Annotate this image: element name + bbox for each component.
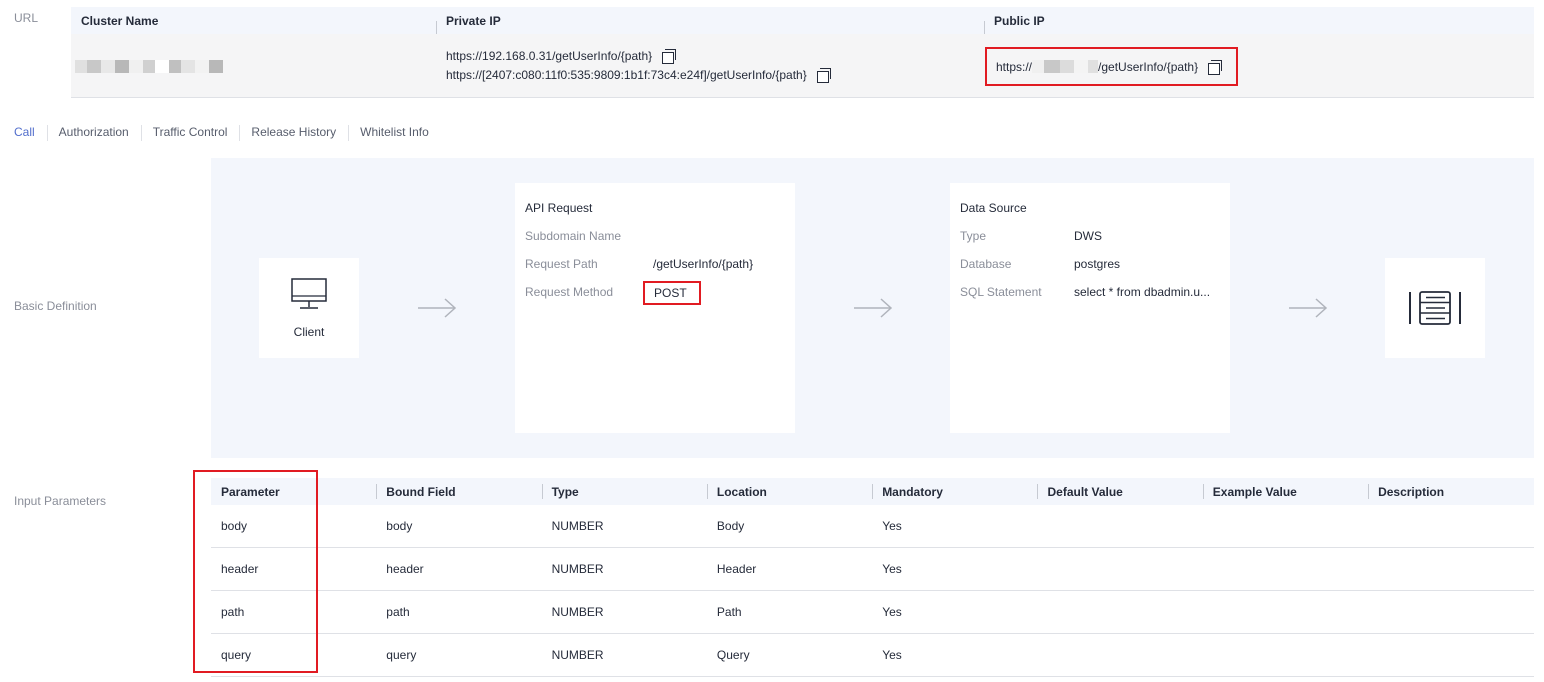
api-request-card: API Request Subdomain Name Request Path … [515,183,795,433]
client-card: Client [259,258,359,358]
database-card [1385,258,1485,358]
header-description: Description [1368,483,1533,499]
private-ip-v6[interactable]: https://[2407:c080:11f0:535:9809:1b1f:73… [446,66,807,85]
header-example-value: Example Value [1202,483,1368,499]
params-header: Parameter Bound Field Type Location Mand… [211,478,1534,505]
ds-row-database: Database postgres [960,257,1121,271]
tab-whitelist-info[interactable]: Whitelist Info [348,125,441,141]
private-ip-cell: https://192.168.0.31/getUserInfo/{path} … [436,47,984,85]
api-row-subdomain: Subdomain Name [525,229,622,243]
monitor-icon [291,278,327,309]
input-parameters-label: Input Parameters [14,494,107,508]
ds-row-type: Type DWS [960,229,1102,243]
database-server-icon [1409,291,1461,325]
cluster-name-masked [71,58,436,73]
header-type: Type [541,483,707,499]
public-ip-mask [1032,60,1045,73]
header-private-ip: Private IP [436,14,984,34]
table-row: query query NUMBER Query Yes [211,634,1534,677]
request-method-highlight: POST [643,281,701,305]
data-source-card: Data Source Type DWS Database postgres S… [950,183,1230,433]
arrow-right-icon [854,298,893,318]
arrow-right-icon [418,298,457,318]
url-table: Cluster Name Private IP Public IP https:… [71,7,1534,98]
url-table-row: https://192.168.0.31/getUserInfo/{path} … [71,34,1534,98]
header-bound-field: Bound Field [376,483,541,499]
tab-bar: Call Authorization Traffic Control Relea… [14,125,441,141]
table-row: body body NUMBER Body Yes [211,505,1534,548]
basic-definition-label: Basic Definition [14,299,97,313]
table-row: header header NUMBER Header Yes [211,548,1534,591]
public-ip-prefix: https:// [996,59,1033,74]
url-table-header: Cluster Name Private IP Public IP [71,7,1534,34]
tab-release-history[interactable]: Release History [239,125,348,141]
tab-authorization[interactable]: Authorization [46,125,141,141]
header-default-value: Default Value [1037,483,1202,499]
url-label: URL [14,11,39,25]
copy-icon[interactable] [662,49,677,64]
data-source-title: Data Source [960,201,1027,215]
header-public-ip: Public IP [984,14,1534,34]
api-request-title: API Request [525,201,593,215]
public-ip-suffix[interactable]: /getUserInfo/{path} [1098,60,1198,74]
private-ip-v4[interactable]: https://192.168.0.31/getUserInfo/{path} [446,47,652,66]
header-cluster-name: Cluster Name [81,13,159,28]
table-row: path path NUMBER Path Yes [211,591,1534,634]
header-mandatory: Mandatory [872,483,1037,499]
header-parameter: Parameter [221,484,280,499]
header-location: Location [706,483,872,499]
tab-call[interactable]: Call [14,125,47,139]
arrow-right-icon [1289,298,1328,318]
input-parameters-table: Parameter Bound Field Type Location Mand… [211,478,1534,677]
copy-icon[interactable] [816,68,831,83]
copy-icon[interactable] [1208,59,1223,75]
public-ip-highlight: https:// /getUserInfo/{path} [985,47,1238,86]
client-label: Client [293,325,325,339]
basic-definition-diagram: Client API Request Subdomain Name Reques… [211,158,1534,458]
tab-traffic-control[interactable]: Traffic Control [140,125,240,141]
ds-row-sql: SQL Statement select * from dbadmin.u... [960,285,1211,299]
